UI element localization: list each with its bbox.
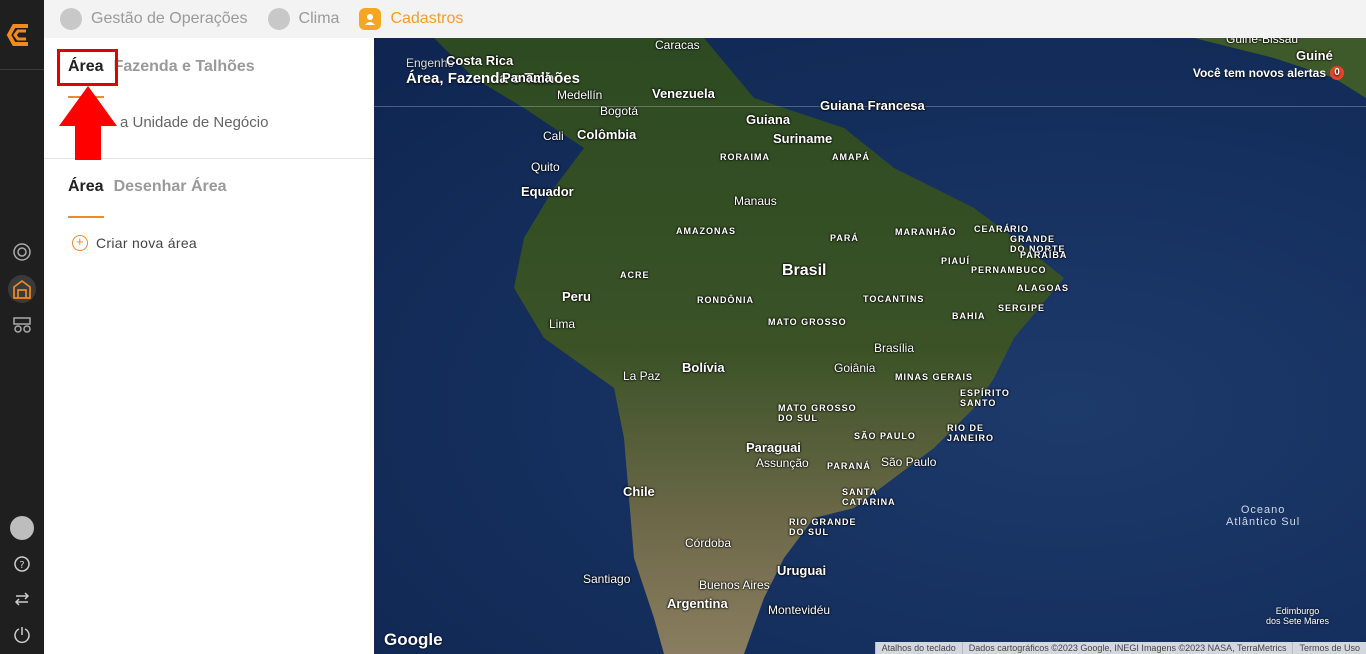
- keyboard-shortcuts-link[interactable]: Atalhos do teclado: [874, 642, 962, 654]
- create-area-button[interactable]: + Criar nova área: [72, 235, 197, 251]
- map-label: MINAS GERAIS: [895, 372, 974, 382]
- map-label: MATO GROSSO: [768, 317, 847, 327]
- map-label: PARÁ: [830, 233, 859, 243]
- nav-cadastros[interactable]: Cadastros: [359, 8, 463, 30]
- map-label: Buenos Aires: [699, 578, 770, 592]
- app-logo-icon[interactable]: [6, 20, 36, 50]
- unidade-negocio-label[interactable]: a Unidade de Negócio: [120, 114, 268, 131]
- top-nav: Gestão de Operações Clima Cadastros: [44, 0, 1366, 38]
- map-label: SANTA CATARINA: [842, 487, 896, 507]
- map-label: BAHIA: [952, 311, 986, 321]
- map-label: Paraguai: [746, 440, 801, 455]
- map-label: ESPÍRITO SANTO: [960, 388, 1010, 408]
- terms-link[interactable]: Termos de Uso: [1292, 642, 1366, 654]
- map-data-text: Dados cartográficos ©2023 Google, INEGI …: [961, 642, 1293, 654]
- ocean-label: Oceano Atlântico Sul: [1226, 504, 1301, 528]
- tab-desenhar-area[interactable]: Desenhar Área: [114, 178, 227, 218]
- continent-shape: [434, 38, 1366, 654]
- map-label: Caracas: [655, 38, 700, 52]
- map-label: Bolívia: [682, 360, 725, 375]
- map-label: Guiné-Bissau: [1226, 38, 1299, 46]
- map-label: AMAPÁ: [832, 152, 870, 162]
- map-label: Brasil: [782, 262, 827, 279]
- map-label: PARANÁ: [827, 461, 871, 471]
- map-label: Guiana Francesa: [820, 98, 925, 113]
- map-label: MARANHÃO: [895, 227, 957, 237]
- tab-area-2[interactable]: Área: [68, 178, 104, 218]
- tab-fazenda-talhoes[interactable]: Fazenda e Talhões: [114, 58, 255, 98]
- help-icon[interactable]: ?: [8, 550, 36, 578]
- left-rail: ?: [0, 0, 44, 654]
- map-label: Suriname: [773, 131, 833, 146]
- highlight-box: [57, 49, 118, 86]
- map-label: RIO GRANDE DO SUL: [789, 517, 857, 537]
- map-label: Lima: [549, 317, 576, 331]
- map-label: Venezuela: [652, 86, 715, 101]
- map-label: Bogotá: [600, 104, 639, 118]
- map-label: Brasília: [874, 341, 915, 355]
- map-label: ACRE: [620, 270, 650, 280]
- map-label: PERNAMBUCO: [971, 265, 1047, 275]
- alert-count-badge: 0: [1330, 66, 1344, 80]
- map-label: CEARÁ: [974, 224, 1012, 234]
- map-label: Peru: [562, 289, 591, 304]
- avatar[interactable]: [8, 514, 36, 542]
- map-label: RORAIMA: [720, 152, 770, 162]
- map-label: Chile: [623, 484, 655, 499]
- map-label: Equador: [521, 184, 574, 199]
- map-label: Montevidéu: [768, 603, 831, 617]
- map-label: Argentina: [667, 596, 728, 611]
- breadcrumb-tabs-2: Área Desenhar Área: [68, 178, 237, 218]
- map-label: Assunção: [756, 456, 809, 470]
- map-label: Córdoba: [685, 536, 732, 550]
- target-icon[interactable]: [8, 238, 36, 266]
- map-label: Cali: [543, 129, 564, 143]
- map-label: Goiânia: [834, 361, 876, 375]
- tractor-icon[interactable]: [8, 310, 36, 338]
- map-label: São Paulo: [881, 455, 937, 469]
- nav-gestao-operacoes[interactable]: Gestão de Operações: [60, 8, 248, 30]
- user-icon: [359, 8, 382, 30]
- operations-icon: [60, 8, 82, 30]
- map-label: SÃO PAULO: [854, 431, 916, 441]
- logout-icon[interactable]: [8, 621, 36, 649]
- sun-icon: [267, 8, 290, 30]
- nav-clima[interactable]: Clima: [267, 8, 339, 30]
- map-label: Colômbia: [577, 127, 637, 142]
- map-label: PARAÍBA: [1020, 250, 1068, 260]
- map-label: TOCANTINS: [863, 294, 925, 304]
- map-label: RIO DE JANEIRO: [947, 423, 995, 443]
- map-label: Guiné: [1296, 48, 1333, 63]
- map-label: ALAGOAS: [1017, 283, 1069, 293]
- svg-text:?: ?: [19, 560, 24, 571]
- map-label: Uruguai: [777, 563, 827, 578]
- map-label: Guiana: [746, 112, 791, 127]
- map-label: Santiago: [583, 572, 631, 586]
- alerts-indicator[interactable]: Você tem novos alertas 0: [1193, 66, 1344, 80]
- arrow-up-icon: [57, 86, 119, 165]
- swap-icon[interactable]: [8, 585, 36, 613]
- map-label: Costa Rica: [446, 53, 514, 68]
- map-label: AMAZONAS: [676, 226, 736, 236]
- google-logo: Google: [384, 630, 443, 649]
- map-label: Manaus: [734, 194, 777, 208]
- map-label: Quito: [531, 160, 560, 174]
- plus-circle-icon: +: [72, 235, 88, 251]
- map-view[interactable]: Engenho Área, Fazenda e Talhões Você tem…: [374, 38, 1366, 654]
- map-label: RONDÔNIA: [697, 295, 754, 305]
- map-label: Panamá: [502, 70, 552, 85]
- map-label: Medellín: [557, 88, 603, 102]
- map-label: SERGIPE: [998, 303, 1046, 313]
- building-icon[interactable]: [8, 275, 36, 303]
- map-label: La Paz: [623, 369, 661, 383]
- map-label: PIAUÍ: [941, 256, 971, 266]
- edimburgo-label: Edimburgo dos Sete Mares: [1266, 606, 1330, 626]
- map-label: MATO GROSSO DO SUL: [778, 403, 857, 423]
- map-attribution: Atalhos do teclado Dados cartográficos ©…: [874, 642, 1366, 654]
